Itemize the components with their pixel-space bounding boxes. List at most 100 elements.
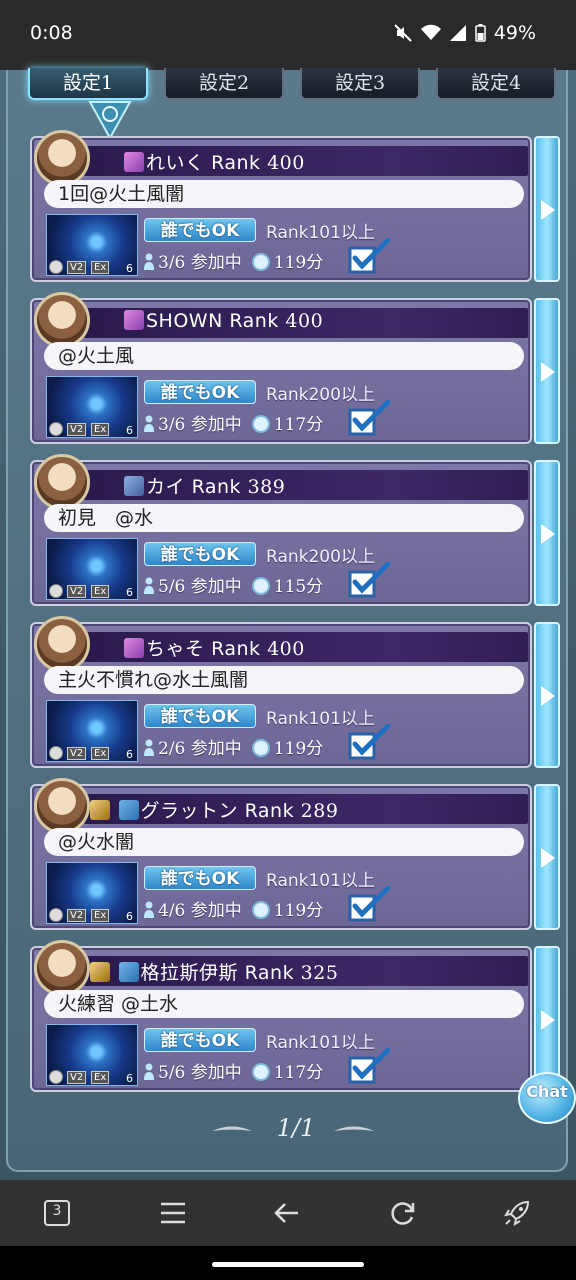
- participant-status: 参加中: [190, 253, 242, 273]
- host-info: カイ Rank 389: [124, 472, 285, 499]
- quest-thumbnail: V2 Ex 6: [46, 862, 138, 924]
- join-open-badge: 誰でもOK: [144, 542, 256, 566]
- room-card[interactable]: SHOWN Rank 400 @火土風 V2 Ex 6 誰でもOK Rank20…: [30, 292, 532, 444]
- quest-thumbnail: V2 Ex 6: [46, 700, 138, 762]
- clock-icon: [251, 739, 270, 757]
- tab-settings-2[interactable]: 設定2: [164, 68, 284, 100]
- rank-value: 400: [285, 310, 324, 332]
- room-comment: 火練習 @土水: [44, 990, 524, 1018]
- battery-icon: [475, 24, 486, 42]
- participant-count: 5/6: [158, 577, 186, 597]
- checkbox-icon[interactable]: [348, 724, 390, 760]
- gear-icon: [49, 584, 63, 598]
- participants-info: 3/6 参加中 119分: [144, 248, 323, 273]
- room-card[interactable]: れいく Rank 400 1回@火土風闇 V2 Ex 6 誰でもOK Rank 1…: [30, 130, 532, 282]
- ex-label: Ex: [91, 747, 110, 760]
- class-icon: [118, 962, 139, 982]
- reload-button[interactable]: [388, 1198, 418, 1228]
- join-room-button[interactable]: [534, 622, 560, 768]
- join-room-button[interactable]: [534, 136, 560, 282]
- thumb-count: 6: [126, 1072, 133, 1085]
- participants-info: 5/6 参加中 117分: [144, 1058, 323, 1083]
- join-room-button[interactable]: [534, 946, 560, 1092]
- rank-value: 400: [267, 638, 305, 660]
- participant-count: 2/6: [158, 739, 186, 759]
- time-remaining: 119分: [273, 253, 324, 273]
- home-gesture-bar[interactable]: [212, 1262, 364, 1267]
- host-info: グラットン Rank 289: [90, 796, 338, 823]
- tab-settings-3[interactable]: 設定3: [300, 68, 420, 100]
- join-open-badge: 誰でもOK: [144, 218, 256, 242]
- room-comment: @火水闇: [44, 828, 524, 856]
- host-info: れいく Rank 400: [124, 148, 305, 175]
- join-room-button[interactable]: [534, 784, 560, 930]
- room-comment: 初見 @水: [44, 504, 524, 532]
- mute-icon: [394, 24, 412, 42]
- participant-status: 参加中: [190, 901, 242, 921]
- host-avatar: [34, 940, 90, 996]
- play-arrow-icon: [541, 848, 555, 868]
- participants-info: 4/6 参加中 119分: [144, 896, 323, 921]
- tabs-count-button[interactable]: 3: [42, 1198, 72, 1228]
- clock-icon: [251, 577, 270, 595]
- browser-toolbar: 3: [0, 1180, 576, 1246]
- room-card[interactable]: カイ Rank 389 初見 @水 V2 Ex 6 誰でもOK Rank200以…: [30, 454, 532, 606]
- crest-icon: [90, 800, 110, 820]
- v2-label: V2: [67, 747, 87, 760]
- thumb-count: 6: [126, 262, 133, 275]
- person-icon: [144, 415, 154, 432]
- host-name: SHOWN: [146, 310, 223, 332]
- room-card[interactable]: 格拉斯伊斯 Rank 325 火練習 @土水 V2 Ex 6 誰でもOK Ran…: [30, 940, 532, 1092]
- room-card[interactable]: グラットン Rank 289 @火水闇 V2 Ex 6 誰でもOK Rank10…: [30, 778, 532, 930]
- tab-settings-1[interactable]: 設定1: [28, 68, 148, 100]
- battery-percent: 49%: [493, 22, 536, 44]
- v2-label: V2: [67, 1071, 87, 1084]
- room-card[interactable]: ちゃそ Rank 400 主火不慣れ@水土風闇 V2 Ex 6 誰でもOK Ra…: [30, 616, 532, 768]
- tab-settings-4[interactable]: 設定4: [436, 68, 556, 100]
- room-row[interactable]: ちゃそ Rank 400 主火不慣れ@水土風闇 V2 Ex 6 誰でもOK Ra…: [30, 616, 560, 768]
- class-icon: [124, 476, 144, 496]
- participant-count: 4/6: [158, 901, 186, 921]
- class-icon: [124, 152, 144, 172]
- join-room-button[interactable]: [534, 460, 560, 606]
- game-area: 設定1 設定2 設定3 設定4 れいく Rank 400 1回@火土風闇 V2 …: [0, 68, 576, 1180]
- ex-label: Ex: [91, 423, 110, 436]
- v2-label: V2: [67, 585, 87, 598]
- room-row[interactable]: SHOWN Rank 400 @火土風 V2 Ex 6 誰でもOK Rank20…: [30, 292, 560, 444]
- menu-button[interactable]: [158, 1198, 188, 1228]
- time-remaining: 117分: [273, 415, 324, 435]
- page-prev-icon[interactable]: [212, 1126, 252, 1136]
- chat-button[interactable]: Chat: [518, 1072, 576, 1124]
- join-open-badge: 誰でもOK: [144, 704, 256, 728]
- time-remaining: 117分: [273, 1063, 324, 1083]
- system-nav-bar: [0, 1246, 576, 1280]
- checkbox-icon[interactable]: [348, 400, 390, 436]
- play-arrow-icon: [541, 1010, 555, 1030]
- thumb-count: 6: [126, 910, 133, 923]
- join-room-button[interactable]: [534, 298, 560, 444]
- room-list-panel: 設定1 設定2 設定3 設定4 れいく Rank 400 1回@火土風闇 V2 …: [6, 68, 568, 1172]
- checkbox-icon[interactable]: [348, 562, 390, 598]
- time-remaining: 115分: [273, 577, 324, 597]
- room-row[interactable]: 格拉斯伊斯 Rank 325 火練習 @土水 V2 Ex 6 誰でもOK Ran…: [30, 940, 560, 1092]
- rank-label: Rank: [211, 152, 261, 174]
- rocket-button[interactable]: [502, 1198, 532, 1228]
- room-comment: 1回@火土風闇: [44, 180, 524, 208]
- room-row[interactable]: カイ Rank 389 初見 @水 V2 Ex 6 誰でもOK Rank200以…: [30, 454, 560, 606]
- join-open-badge: 誰でもOK: [144, 380, 256, 404]
- room-row[interactable]: れいく Rank 400 1回@火土風闇 V2 Ex 6 誰でもOK Rank 1…: [30, 130, 560, 282]
- room-row[interactable]: グラットン Rank 289 @火水闇 V2 Ex 6 誰でもOK Rank10…: [30, 778, 560, 930]
- participants-info: 3/6 参加中 117分: [144, 410, 323, 435]
- checkbox-icon[interactable]: [348, 1048, 390, 1084]
- clock-icon: [251, 415, 270, 433]
- person-icon: [144, 901, 154, 918]
- checkbox-icon[interactable]: [348, 886, 390, 922]
- ex-label: Ex: [91, 261, 110, 274]
- room-comment: @火土風: [44, 342, 524, 370]
- host-avatar: [34, 778, 90, 834]
- time-remaining: 119分: [273, 901, 324, 921]
- page-next-icon[interactable]: [334, 1126, 374, 1136]
- play-arrow-icon: [541, 200, 555, 220]
- checkbox-icon[interactable]: [348, 238, 390, 274]
- back-button[interactable]: [272, 1198, 302, 1228]
